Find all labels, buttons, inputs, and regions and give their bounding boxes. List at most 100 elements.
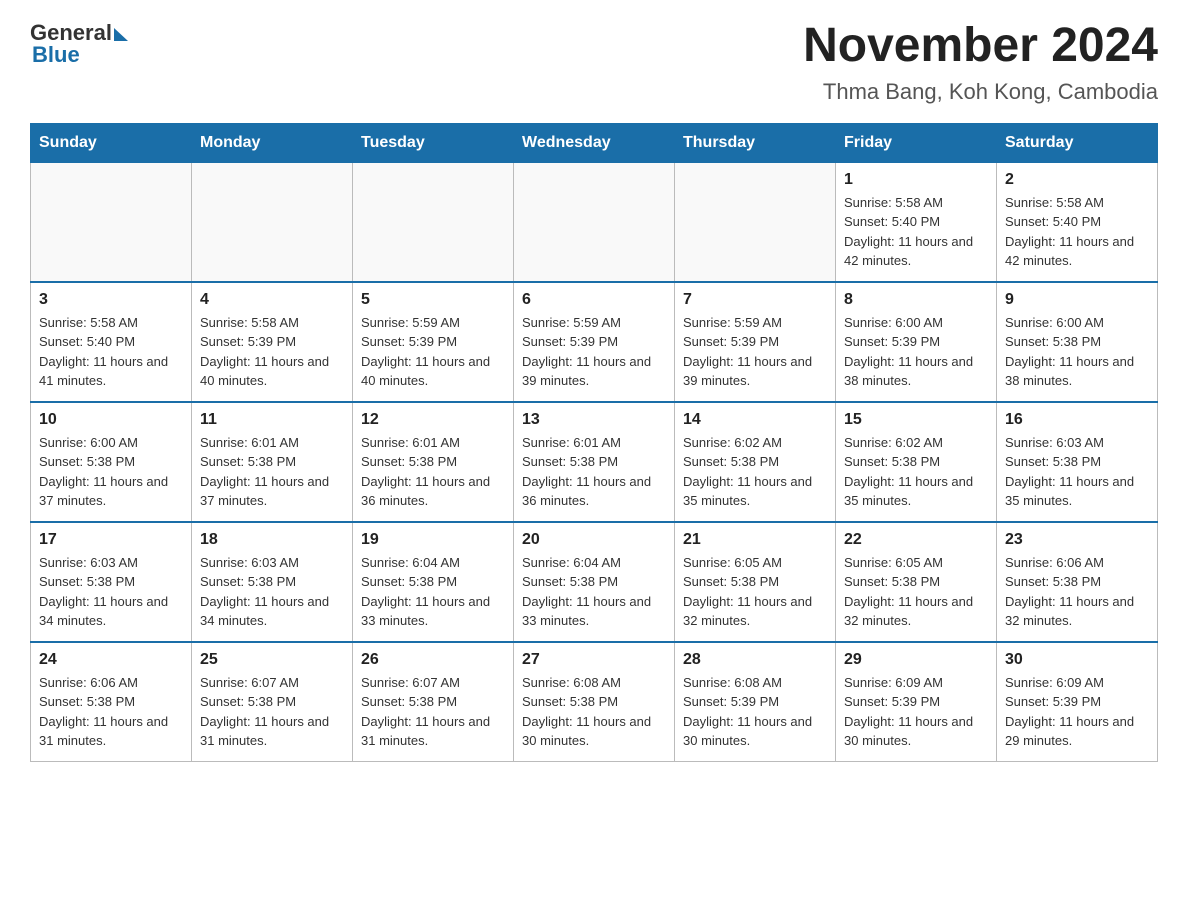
day-number: 28 bbox=[683, 651, 827, 669]
logo-arrow-icon bbox=[114, 28, 128, 41]
sun-info: Sunrise: 6:06 AMSunset: 5:38 PMDaylight:… bbox=[1005, 553, 1149, 631]
day-number: 17 bbox=[39, 531, 183, 549]
calendar-cell: 21 Sunrise: 6:05 AMSunset: 5:38 PMDayligh… bbox=[675, 522, 836, 642]
calendar-cell: 4Sunrise: 5:58 AMSunset: 5:39 PMDaylight… bbox=[192, 282, 353, 402]
day-number: 20 bbox=[522, 531, 666, 549]
calendar-cell: 12 Sunrise: 6:01 AMSunset: 5:38 PMDayligh… bbox=[353, 402, 514, 522]
sun-info: Sunrise: 6:00 AMSunset: 5:38 PMDaylight:… bbox=[39, 433, 183, 511]
sun-info: Sunrise: 5:59 AMSunset: 5:39 PMDaylight:… bbox=[683, 313, 827, 391]
calendar-cell: 28 Sunrise: 6:08 AMSunset: 5:39 PMDayligh… bbox=[675, 642, 836, 762]
calendar-day-header: Tuesday bbox=[353, 123, 514, 162]
day-number: 30 bbox=[1005, 651, 1149, 669]
sun-info: Sunrise: 6:05 AMSunset: 5:38 PMDaylight:… bbox=[683, 553, 827, 631]
calendar-cell: 22Sunrise: 6:05 AMSunset: 5:38 PMDayligh… bbox=[836, 522, 997, 642]
sun-info: Sunrise: 5:58 AMSunset: 5:40 PMDaylight:… bbox=[1005, 193, 1149, 271]
calendar-day-header: Monday bbox=[192, 123, 353, 162]
sun-info: Sunrise: 6:00 AMSunset: 5:39 PMDaylight:… bbox=[844, 313, 988, 391]
day-number: 12 bbox=[361, 411, 505, 429]
sun-info: Sunrise: 6:01 AMSunset: 5:38 PMDaylight:… bbox=[361, 433, 505, 511]
calendar-cell bbox=[353, 162, 514, 282]
calendar-cell: 19 Sunrise: 6:04 AMSunset: 5:38 PMDayligh… bbox=[353, 522, 514, 642]
calendar-cell: 17 Sunrise: 6:03 AMSunset: 5:38 PMDayligh… bbox=[31, 522, 192, 642]
calendar-cell bbox=[514, 162, 675, 282]
day-number: 16 bbox=[1005, 411, 1149, 429]
calendar-cell: 15Sunrise: 6:02 AMSunset: 5:38 PMDayligh… bbox=[836, 402, 997, 522]
sun-info: Sunrise: 6:03 AMSunset: 5:38 PMDaylight:… bbox=[39, 553, 183, 631]
day-number: 22 bbox=[844, 531, 988, 549]
day-number: 13 bbox=[522, 411, 666, 429]
calendar-header-row: SundayMondayTuesdayWednesdayThursdayFrid… bbox=[31, 123, 1158, 162]
calendar-cell: 6 Sunrise: 5:59 AMSunset: 5:39 PMDaylight… bbox=[514, 282, 675, 402]
sun-info: Sunrise: 5:58 AMSunset: 5:40 PMDaylight:… bbox=[39, 313, 183, 391]
sun-info: Sunrise: 6:04 AMSunset: 5:38 PMDaylight:… bbox=[522, 553, 666, 631]
calendar-cell bbox=[675, 162, 836, 282]
page-title: November 2024 bbox=[803, 20, 1158, 73]
title-area: November 2024 Thma Bang, Koh Kong, Cambo… bbox=[803, 20, 1158, 105]
sun-info: Sunrise: 6:01 AMSunset: 5:38 PMDaylight:… bbox=[200, 433, 344, 511]
sun-info: Sunrise: 5:59 AMSunset: 5:39 PMDaylight:… bbox=[361, 313, 505, 391]
sun-info: Sunrise: 6:03 AMSunset: 5:38 PMDaylight:… bbox=[200, 553, 344, 631]
sun-info: Sunrise: 5:59 AMSunset: 5:39 PMDaylight:… bbox=[522, 313, 666, 391]
calendar-day-header: Thursday bbox=[675, 123, 836, 162]
calendar-cell: 14Sunrise: 6:02 AMSunset: 5:38 PMDayligh… bbox=[675, 402, 836, 522]
sun-info: Sunrise: 6:06 AMSunset: 5:38 PMDaylight:… bbox=[39, 673, 183, 751]
calendar-week-row: 17 Sunrise: 6:03 AMSunset: 5:38 PMDayligh… bbox=[31, 522, 1158, 642]
calendar-day-header: Friday bbox=[836, 123, 997, 162]
sun-info: Sunrise: 6:08 AMSunset: 5:39 PMDaylight:… bbox=[683, 673, 827, 751]
day-number: 19 bbox=[361, 531, 505, 549]
calendar-cell: 1 Sunrise: 5:58 AMSunset: 5:40 PMDaylight… bbox=[836, 162, 997, 282]
day-number: 2 bbox=[1005, 171, 1149, 189]
calendar-cell: 29Sunrise: 6:09 AMSunset: 5:39 PMDayligh… bbox=[836, 642, 997, 762]
day-number: 26 bbox=[361, 651, 505, 669]
day-number: 9 bbox=[1005, 291, 1149, 309]
calendar-cell: 23 Sunrise: 6:06 AMSunset: 5:38 PMDayligh… bbox=[997, 522, 1158, 642]
calendar-table: SundayMondayTuesdayWednesdayThursdayFrid… bbox=[30, 123, 1158, 762]
logo: General Blue bbox=[30, 20, 128, 68]
calendar-day-header: Sunday bbox=[31, 123, 192, 162]
calendar-cell: 11 Sunrise: 6:01 AMSunset: 5:38 PMDayligh… bbox=[192, 402, 353, 522]
day-number: 25 bbox=[200, 651, 344, 669]
calendar-cell: 16 Sunrise: 6:03 AMSunset: 5:38 PMDayligh… bbox=[997, 402, 1158, 522]
sun-info: Sunrise: 6:03 AMSunset: 5:38 PMDaylight:… bbox=[1005, 433, 1149, 511]
day-number: 1 bbox=[844, 171, 988, 189]
calendar-cell: 24 Sunrise: 6:06 AMSunset: 5:38 PMDayligh… bbox=[31, 642, 192, 762]
header: General Blue November 2024 Thma Bang, Ko… bbox=[30, 20, 1158, 105]
day-number: 11 bbox=[200, 411, 344, 429]
sun-info: Sunrise: 6:07 AMSunset: 5:38 PMDaylight:… bbox=[200, 673, 344, 751]
sun-info: Sunrise: 5:58 AMSunset: 5:40 PMDaylight:… bbox=[844, 193, 988, 271]
calendar-cell: 25 Sunrise: 6:07 AMSunset: 5:38 PMDayligh… bbox=[192, 642, 353, 762]
calendar-cell bbox=[192, 162, 353, 282]
calendar-cell: 9 Sunrise: 6:00 AMSunset: 5:38 PMDaylight… bbox=[997, 282, 1158, 402]
calendar-cell bbox=[31, 162, 192, 282]
day-number: 24 bbox=[39, 651, 183, 669]
sun-info: Sunrise: 6:09 AMSunset: 5:39 PMDaylight:… bbox=[844, 673, 988, 751]
calendar-cell: 2 Sunrise: 5:58 AMSunset: 5:40 PMDaylight… bbox=[997, 162, 1158, 282]
calendar-cell: 30Sunrise: 6:09 AMSunset: 5:39 PMDayligh… bbox=[997, 642, 1158, 762]
day-number: 14 bbox=[683, 411, 827, 429]
calendar-week-row: 24 Sunrise: 6:06 AMSunset: 5:38 PMDayligh… bbox=[31, 642, 1158, 762]
sun-info: Sunrise: 6:08 AMSunset: 5:38 PMDaylight:… bbox=[522, 673, 666, 751]
calendar-cell: 8 Sunrise: 6:00 AMSunset: 5:39 PMDaylight… bbox=[836, 282, 997, 402]
day-number: 23 bbox=[1005, 531, 1149, 549]
logo-blue-text: Blue bbox=[32, 42, 80, 68]
day-number: 6 bbox=[522, 291, 666, 309]
day-number: 10 bbox=[39, 411, 183, 429]
day-number: 8 bbox=[844, 291, 988, 309]
calendar-cell: 18 Sunrise: 6:03 AMSunset: 5:38 PMDayligh… bbox=[192, 522, 353, 642]
sun-info: Sunrise: 6:04 AMSunset: 5:38 PMDaylight:… bbox=[361, 553, 505, 631]
calendar-cell: 27 Sunrise: 6:08 AMSunset: 5:38 PMDayligh… bbox=[514, 642, 675, 762]
calendar-cell: 13 Sunrise: 6:01 AMSunset: 5:38 PMDayligh… bbox=[514, 402, 675, 522]
day-number: 18 bbox=[200, 531, 344, 549]
day-number: 4 bbox=[200, 291, 344, 309]
sun-info: Sunrise: 6:02 AMSunset: 5:38 PMDaylight:… bbox=[844, 433, 988, 511]
calendar-cell: 20 Sunrise: 6:04 AMSunset: 5:38 PMDayligh… bbox=[514, 522, 675, 642]
day-number: 21 bbox=[683, 531, 827, 549]
calendar-cell: 7Sunrise: 5:59 AMSunset: 5:39 PMDaylight… bbox=[675, 282, 836, 402]
day-number: 27 bbox=[522, 651, 666, 669]
sun-info: Sunrise: 6:00 AMSunset: 5:38 PMDaylight:… bbox=[1005, 313, 1149, 391]
calendar-cell: 3 Sunrise: 5:58 AMSunset: 5:40 PMDaylight… bbox=[31, 282, 192, 402]
calendar-week-row: 3 Sunrise: 5:58 AMSunset: 5:40 PMDaylight… bbox=[31, 282, 1158, 402]
calendar-day-header: Wednesday bbox=[514, 123, 675, 162]
sun-info: Sunrise: 6:01 AMSunset: 5:38 PMDaylight:… bbox=[522, 433, 666, 511]
day-number: 3 bbox=[39, 291, 183, 309]
